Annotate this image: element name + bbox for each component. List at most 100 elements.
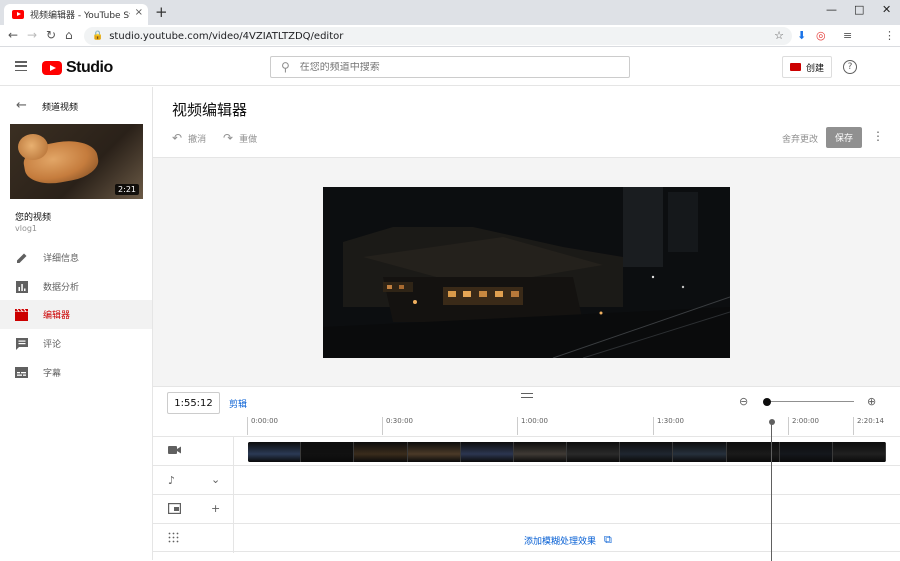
resize-handle-icon[interactable] xyxy=(521,393,533,401)
discard-changes-button[interactable]: 舍弃更改 xyxy=(782,132,818,145)
night-city-scene xyxy=(323,187,730,358)
zoom-slider[interactable] xyxy=(763,397,854,406)
add-plus-icon[interactable]: + xyxy=(211,502,220,515)
channel-videos-link[interactable]: 频道视频 xyxy=(42,100,78,113)
tab-close-icon[interactable]: × xyxy=(135,7,143,18)
create-video-icon xyxy=(789,63,801,71)
page-title: 视频编辑器 xyxy=(172,101,248,119)
sidebar-item-label: 字幕 xyxy=(43,369,62,379)
window-close-icon[interactable]: ✕ xyxy=(882,3,891,16)
timeline-panel: 1:55:12 剪辑 ⊖ ⊕ 0:00:00 0:30:00 1:00:00 1… xyxy=(153,386,900,561)
youtube-favicon-icon xyxy=(12,10,24,19)
search-icon: ⚲ xyxy=(281,60,290,74)
undo-button[interactable]: ↶ 撤消 xyxy=(172,131,206,145)
new-tab-button[interactable]: + xyxy=(155,5,168,20)
zoom-out-icon[interactable]: ⊖ xyxy=(739,395,748,408)
end-screen-track: + xyxy=(153,494,900,524)
browser-tab-bar: 视频编辑器 - YouTube Studio × + — □ ✕ xyxy=(0,0,900,25)
video-camera-icon xyxy=(168,445,181,458)
audio-track: ♪ ⌄ xyxy=(153,465,900,495)
studio-logo[interactable]: Studio xyxy=(42,59,113,77)
preview-area xyxy=(153,157,900,386)
search-input[interactable] xyxy=(299,61,600,73)
track-divider xyxy=(233,524,234,553)
browser-menu-icon[interactable]: ⋮ xyxy=(884,29,895,42)
filmstrip-frame xyxy=(407,442,461,462)
video-filmstrip[interactable] xyxy=(248,442,886,462)
sidebar-item-analytics[interactable]: 数据分析 xyxy=(0,272,152,301)
chevron-down-icon[interactable]: ⌄ xyxy=(211,473,220,486)
trim-link[interactable]: 剪辑 xyxy=(229,397,247,410)
sidebar-item-label: 编辑器 xyxy=(43,311,71,321)
filmstrip-frame xyxy=(248,442,302,462)
more-options-icon[interactable]: ⋮ xyxy=(872,129,884,143)
ruler-tick: 1:30:00 xyxy=(653,417,684,435)
studio-header: Studio ⚲ 创建 ? xyxy=(0,48,900,86)
sidebar-item-editor[interactable]: 编辑器 xyxy=(0,300,152,329)
playhead[interactable] xyxy=(768,419,775,561)
undo-icon: ↶ xyxy=(172,131,183,145)
track-divider xyxy=(233,495,234,524)
redo-button[interactable]: ↷ 重做 xyxy=(223,131,257,145)
add-blur-effect-link[interactable]: 添加模糊处理效果 ⧉ xyxy=(524,533,612,547)
time-ruler: 0:00:00 0:30:00 1:00:00 1:30:00 2:00:00 … xyxy=(247,417,900,435)
forward-arrow-icon[interactable]: → xyxy=(27,28,37,42)
maximize-icon[interactable]: □ xyxy=(854,3,864,16)
create-label: 创建 xyxy=(805,63,824,74)
reading-list-icon[interactable]: ≡ xyxy=(843,29,852,42)
blur-grid-icon xyxy=(168,532,181,545)
youtube-logo-icon xyxy=(42,61,62,75)
home-icon[interactable]: ⌂ xyxy=(65,28,73,42)
filmstrip-frame xyxy=(354,442,408,462)
sidebar-item-subtitles[interactable]: 字幕 xyxy=(0,358,152,387)
video-thumbnail[interactable]: 2:21 xyxy=(10,124,143,199)
browser-tab[interactable]: 视频编辑器 - YouTube Studio × xyxy=(4,4,148,25)
cat-head-shape xyxy=(18,134,48,160)
save-button[interactable]: 保存 xyxy=(826,127,862,148)
ruler-tick: 1:00:00 xyxy=(517,417,548,435)
ruler-tick: 0:00:00 xyxy=(247,417,278,435)
bookmark-star-icon[interactable]: ☆ xyxy=(774,29,784,42)
minimize-icon[interactable]: — xyxy=(826,3,837,16)
url-text: studio.youtube.com/video/4VZIATLTZDQ/edi… xyxy=(109,30,344,42)
duration-badge: 2:21 xyxy=(115,184,139,195)
current-time-field[interactable]: 1:55:12 xyxy=(167,392,220,414)
video-track xyxy=(153,436,900,466)
hamburger-menu-icon[interactable] xyxy=(15,61,27,72)
track-divider xyxy=(233,466,234,495)
url-field[interactable]: 🔒 studio.youtube.com/video/4VZIATLTZDQ/e… xyxy=(84,27,792,45)
video-preview[interactable] xyxy=(323,187,730,358)
lock-icon: 🔒 xyxy=(92,31,104,41)
reload-icon[interactable]: ↻ xyxy=(46,28,56,42)
help-icon[interactable]: ? xyxy=(843,60,857,74)
sidebar-item-label: 详细信息 xyxy=(43,254,80,264)
music-note-icon: ♪ xyxy=(168,474,176,487)
zoom-slider-knob[interactable] xyxy=(763,397,771,406)
comment-icon xyxy=(15,337,28,350)
redo-label: 重做 xyxy=(239,134,258,145)
analytics-icon xyxy=(15,280,28,293)
sidebar-item-comments[interactable]: 评论 xyxy=(0,329,152,358)
extension-target-icon[interactable]: ◎ xyxy=(816,29,826,42)
filmstrip-frame xyxy=(620,442,674,462)
your-video-heading: 您的视频 xyxy=(15,213,52,223)
filmstrip-frame xyxy=(460,442,514,462)
tab-title: 视频编辑器 - YouTube Studio xyxy=(30,11,130,21)
left-sidebar: ← 频道视频 2:21 您的视频 vlog1 详细信息 数据分析 编辑器 评论 … xyxy=(0,87,153,560)
pencil-icon xyxy=(15,251,28,264)
track-divider xyxy=(233,437,234,466)
download-icon[interactable]: ⬇ xyxy=(797,29,806,42)
editor-main: 视频编辑器 ↶ 撤消 ↷ 重做 舍弃更改 保存 ⋮ 1:55:12 剪辑 ⊖ ⊕… xyxy=(153,87,900,561)
sidebar-item-label: 评论 xyxy=(43,340,62,350)
sidebar-item-details[interactable]: 详细信息 xyxy=(0,243,152,272)
back-arrow-icon[interactable]: ← xyxy=(8,28,18,42)
filmstrip-frame xyxy=(832,442,886,462)
back-arrow-icon[interactable]: ← xyxy=(16,98,27,113)
create-button[interactable]: 创建 xyxy=(782,56,832,78)
filmstrip-frame xyxy=(301,442,355,462)
sidebar-item-label: 数据分析 xyxy=(43,283,80,293)
search-box[interactable]: ⚲ xyxy=(270,56,630,78)
address-bar-row: ← → ↻ ⌂ 🔒 studio.youtube.com/video/4VZIA… xyxy=(0,25,900,47)
zoom-in-icon[interactable]: ⊕ xyxy=(867,395,876,408)
ruler-tick: 2:20:14 xyxy=(853,417,884,435)
